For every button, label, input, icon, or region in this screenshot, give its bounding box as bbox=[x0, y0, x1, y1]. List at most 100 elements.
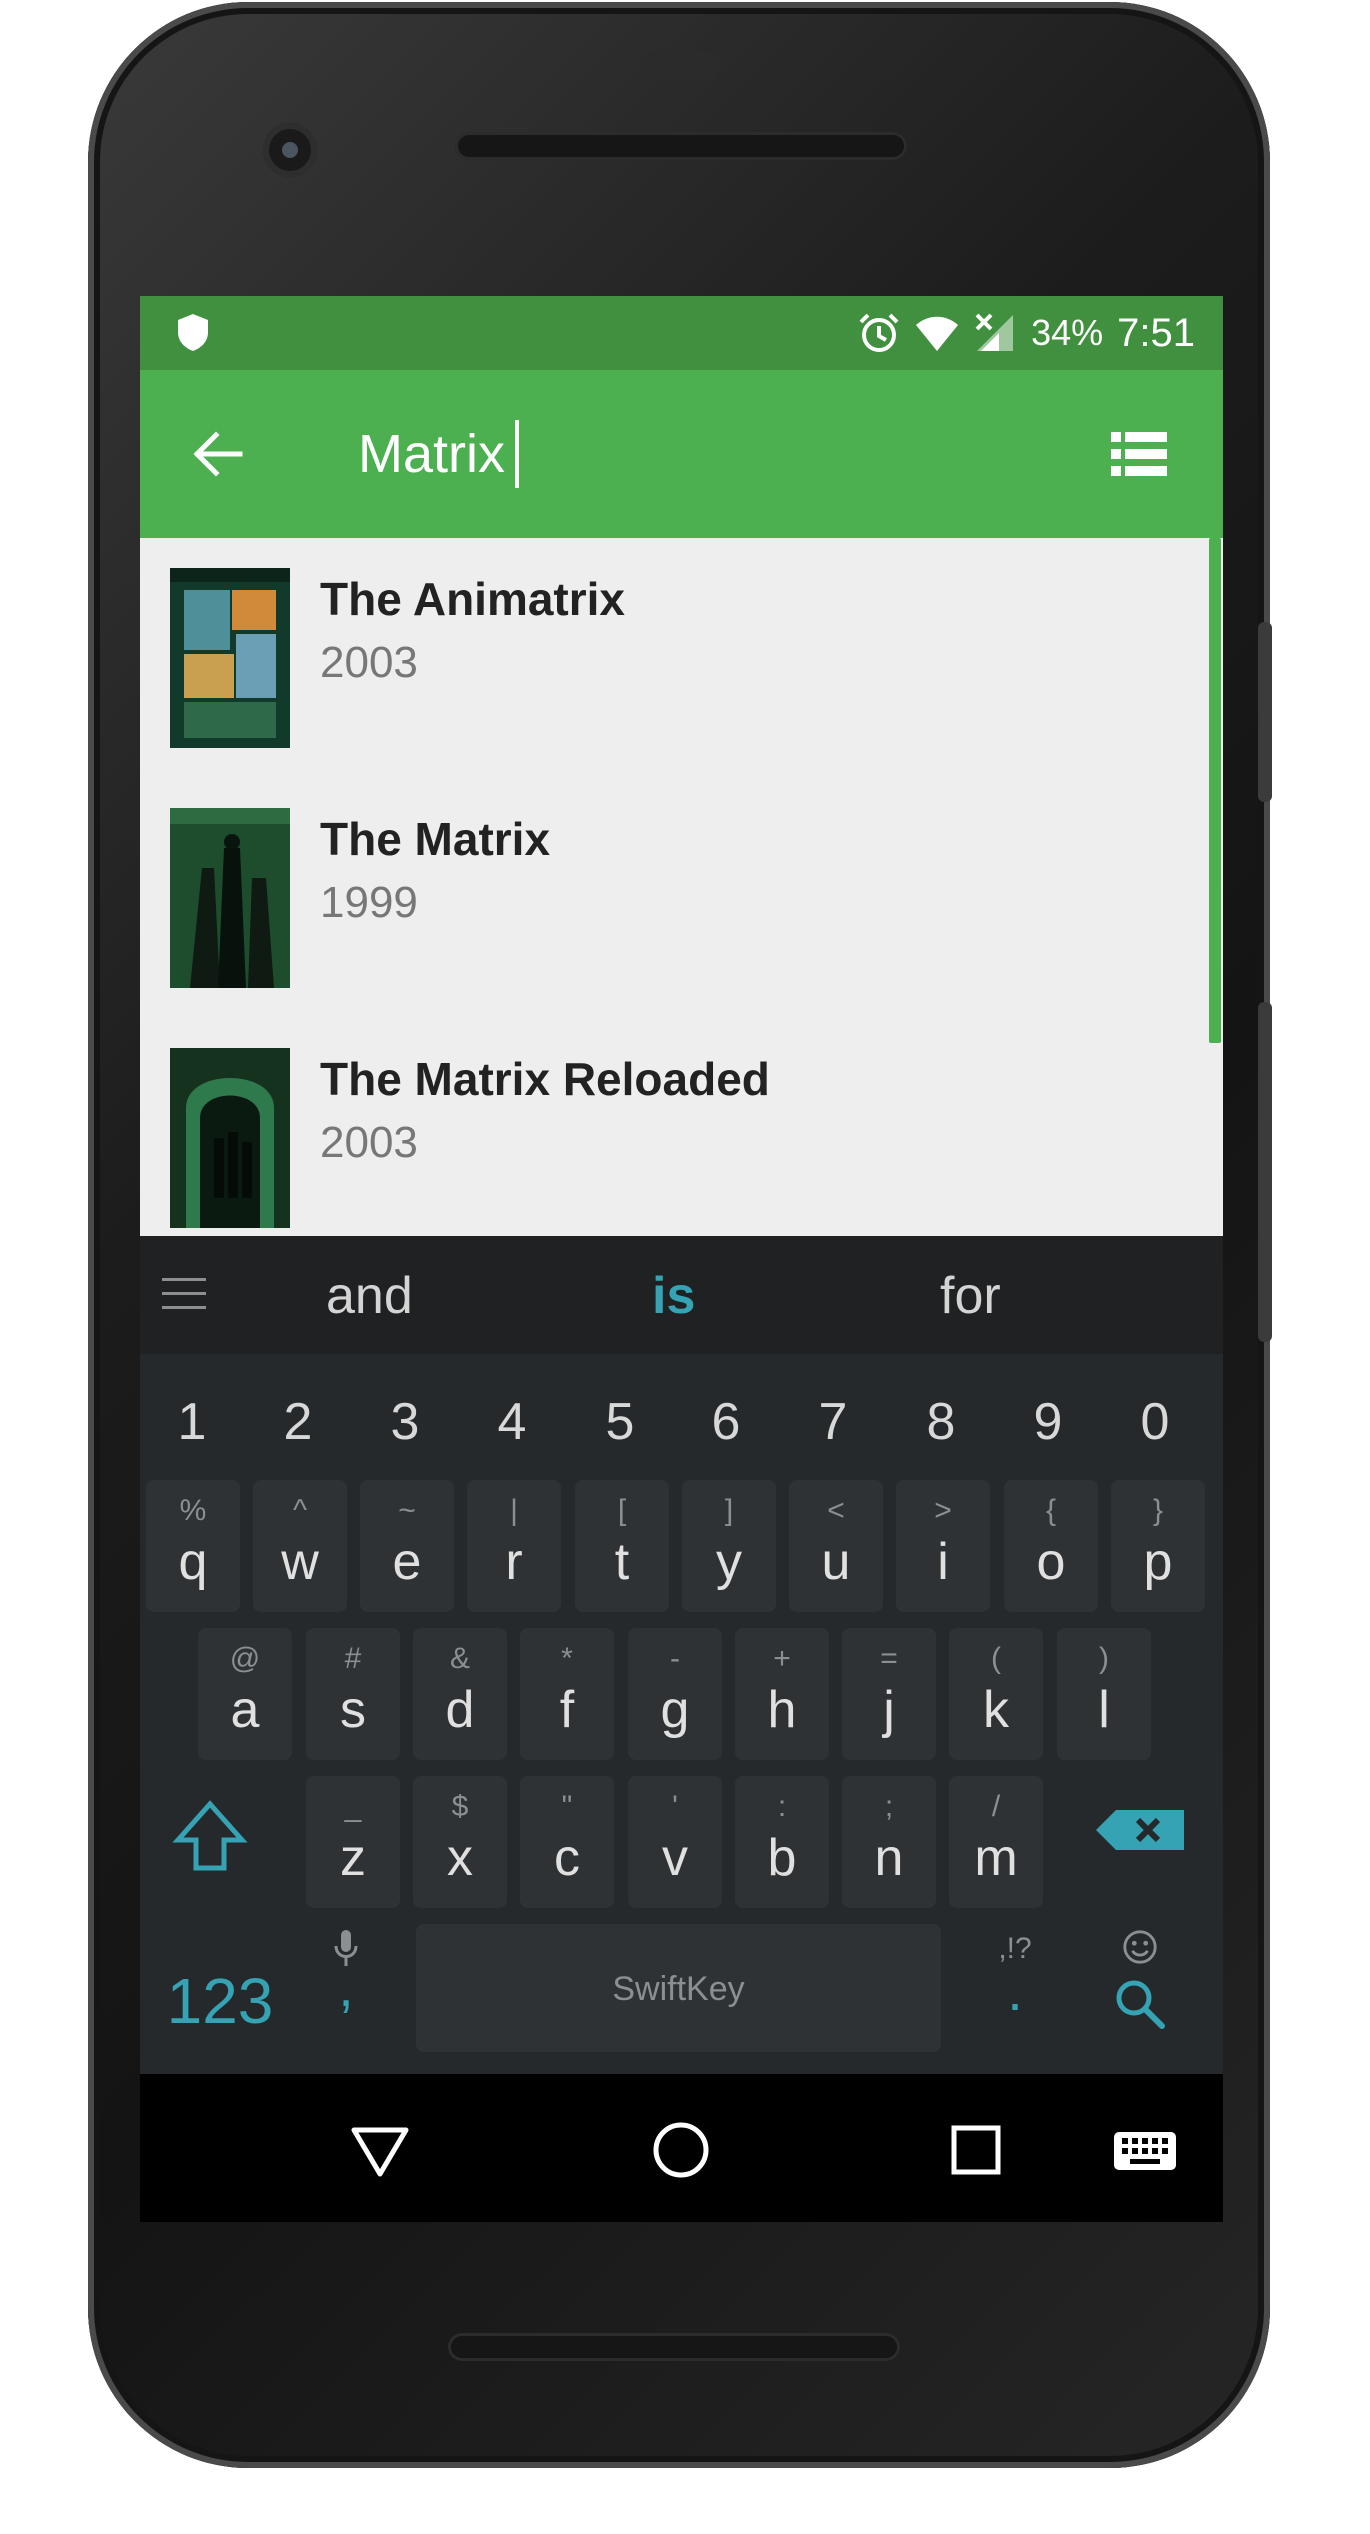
key-l[interactable]: ) l bbox=[1057, 1628, 1151, 1760]
emoji-search-key[interactable] bbox=[1100, 1928, 1180, 2058]
space-bar[interactable]: SwiftKey bbox=[416, 1924, 941, 2052]
poster-thumbnail bbox=[170, 1048, 290, 1228]
recents-square-icon[interactable] bbox=[944, 2118, 1008, 2182]
key-a[interactable]: @ a bbox=[198, 1628, 292, 1760]
arrow-left-icon[interactable] bbox=[190, 426, 246, 482]
keyboard-switch-icon[interactable] bbox=[1110, 2118, 1180, 2182]
key-secondary: ( bbox=[991, 1642, 1001, 1675]
status-bar: 34% 7:51 bbox=[140, 296, 1223, 370]
key-e[interactable]: ~ e bbox=[360, 1480, 454, 1612]
key-0[interactable]: 0 bbox=[1125, 1392, 1185, 1452]
key-h[interactable]: + h bbox=[735, 1628, 829, 1760]
navigation-bar bbox=[140, 2074, 1223, 2222]
key-secondary: _ bbox=[344, 1790, 362, 1823]
key-primary: r bbox=[505, 1533, 523, 1591]
shift-key[interactable] bbox=[160, 1796, 260, 1886]
result-year: 1999 bbox=[320, 878, 418, 927]
period-key[interactable]: ,!? . bbox=[980, 1932, 1050, 2052]
poster-thumbnail bbox=[170, 568, 290, 748]
key-p[interactable]: } p bbox=[1111, 1480, 1205, 1612]
result-year: 2003 bbox=[320, 1118, 418, 1167]
alarm-icon bbox=[859, 313, 899, 352]
scrollbar[interactable] bbox=[1209, 538, 1221, 1043]
key-r[interactable]: | r bbox=[467, 1480, 561, 1612]
key-5[interactable]: 5 bbox=[590, 1392, 650, 1452]
key-2[interactable]: 2 bbox=[268, 1392, 328, 1452]
key-3[interactable]: 3 bbox=[375, 1392, 435, 1452]
power-button bbox=[1258, 1002, 1272, 1342]
key-m[interactable]: / m bbox=[949, 1776, 1043, 1908]
key-z[interactable]: _ z bbox=[306, 1776, 400, 1908]
key-k[interactable]: (k bbox=[949, 1628, 1043, 1760]
front-camera bbox=[263, 123, 317, 177]
suggestion-right[interactable]: for bbox=[940, 1266, 1001, 1326]
key-g[interactable]: -g bbox=[628, 1628, 722, 1760]
key-y[interactable]: ] y bbox=[682, 1480, 776, 1612]
key-q[interactable]: % q bbox=[146, 1480, 240, 1612]
backspace-key[interactable] bbox=[1090, 1806, 1190, 1876]
search-toolbar: Matrix bbox=[140, 370, 1223, 538]
key-s[interactable]: # s bbox=[306, 1628, 400, 1760]
list-item[interactable]: The Matrix Reloaded 2003 bbox=[140, 1018, 1223, 1238]
key-v[interactable]: ' v bbox=[628, 1776, 722, 1908]
key-n[interactable]: ; n bbox=[842, 1776, 936, 1908]
key-secondary: { bbox=[1045, 1494, 1057, 1527]
poster-thumbnail bbox=[170, 808, 290, 988]
suggestion-center[interactable]: is bbox=[652, 1266, 695, 1326]
key-secondary: @ bbox=[229, 1642, 261, 1675]
text-cursor bbox=[515, 420, 519, 488]
key-o[interactable]: {o bbox=[1004, 1480, 1098, 1612]
back-triangle-icon[interactable] bbox=[348, 2118, 412, 2182]
key-secondary: | bbox=[510, 1494, 518, 1527]
list-view-icon[interactable] bbox=[1111, 430, 1167, 478]
mic-comma-key[interactable]: , bbox=[316, 1928, 376, 2048]
key-d[interactable]: & d bbox=[413, 1628, 507, 1760]
key-1[interactable]: 1 bbox=[162, 1392, 222, 1452]
key-primary: k bbox=[983, 1681, 1009, 1739]
suggestion-left[interactable]: and bbox=[326, 1266, 413, 1326]
search-results-list: The Animatrix 2003 The Matrix 1999 The M… bbox=[140, 538, 1223, 1238]
key-secondary: > bbox=[934, 1494, 952, 1527]
suggestion-bar: and is for bbox=[140, 1236, 1223, 1354]
key-primary: f bbox=[559, 1681, 575, 1739]
bottom-speaker bbox=[448, 2333, 900, 2361]
key-j[interactable]: = j bbox=[842, 1628, 936, 1760]
numbers-key[interactable]: 123 bbox=[150, 1964, 290, 2044]
list-item[interactable]: The Animatrix 2003 bbox=[140, 538, 1223, 778]
key-secondary: & bbox=[449, 1642, 470, 1675]
key-9[interactable]: 9 bbox=[1018, 1392, 1078, 1452]
key-4[interactable]: 4 bbox=[482, 1392, 542, 1452]
key-8[interactable]: 8 bbox=[911, 1392, 971, 1452]
search-icon bbox=[1116, 1980, 1165, 2029]
key-7[interactable]: 7 bbox=[803, 1392, 863, 1452]
key-t[interactable]: [t bbox=[575, 1480, 669, 1612]
key-x[interactable]: $ x bbox=[413, 1776, 507, 1908]
proximity-sensor bbox=[640, 52, 720, 82]
key-primary: y bbox=[716, 1533, 742, 1591]
swiftkey-keyboard: and is for 1 2 3 4 5 6 7 8 9 0 % q ^ w ~ e … bbox=[140, 1236, 1223, 2074]
key-primary: m bbox=[974, 1829, 1018, 1887]
key-secondary: [ bbox=[617, 1494, 627, 1527]
key-f[interactable]: * f bbox=[520, 1628, 614, 1760]
list-item[interactable]: The Matrix 1999 bbox=[140, 778, 1223, 1018]
key-c[interactable]: " c bbox=[520, 1776, 614, 1908]
key-u[interactable]: < u bbox=[789, 1480, 883, 1612]
key-primary: h bbox=[767, 1681, 797, 1739]
search-input[interactable]: Matrix bbox=[358, 420, 519, 488]
shift-arrow-icon bbox=[172, 1800, 248, 1871]
signal-icon bbox=[975, 313, 1014, 351]
search-query: Matrix bbox=[358, 424, 505, 484]
key-primary: w bbox=[281, 1533, 319, 1591]
home-circle-icon[interactable] bbox=[649, 2118, 713, 2182]
key-6[interactable]: 6 bbox=[696, 1392, 756, 1452]
clock: 7:51 bbox=[1117, 310, 1195, 355]
key-primary: e bbox=[392, 1533, 422, 1591]
key-i[interactable]: > i bbox=[896, 1480, 990, 1612]
key-w[interactable]: ^ w bbox=[253, 1480, 347, 1612]
key-secondary: " bbox=[561, 1790, 573, 1823]
key-secondary: } bbox=[1152, 1494, 1164, 1527]
key-b[interactable]: :b bbox=[735, 1776, 829, 1908]
result-title: The Animatrix bbox=[320, 573, 626, 625]
hamburger-menu-icon[interactable] bbox=[162, 1276, 206, 1312]
result-title: The Matrix Reloaded bbox=[320, 1053, 770, 1105]
